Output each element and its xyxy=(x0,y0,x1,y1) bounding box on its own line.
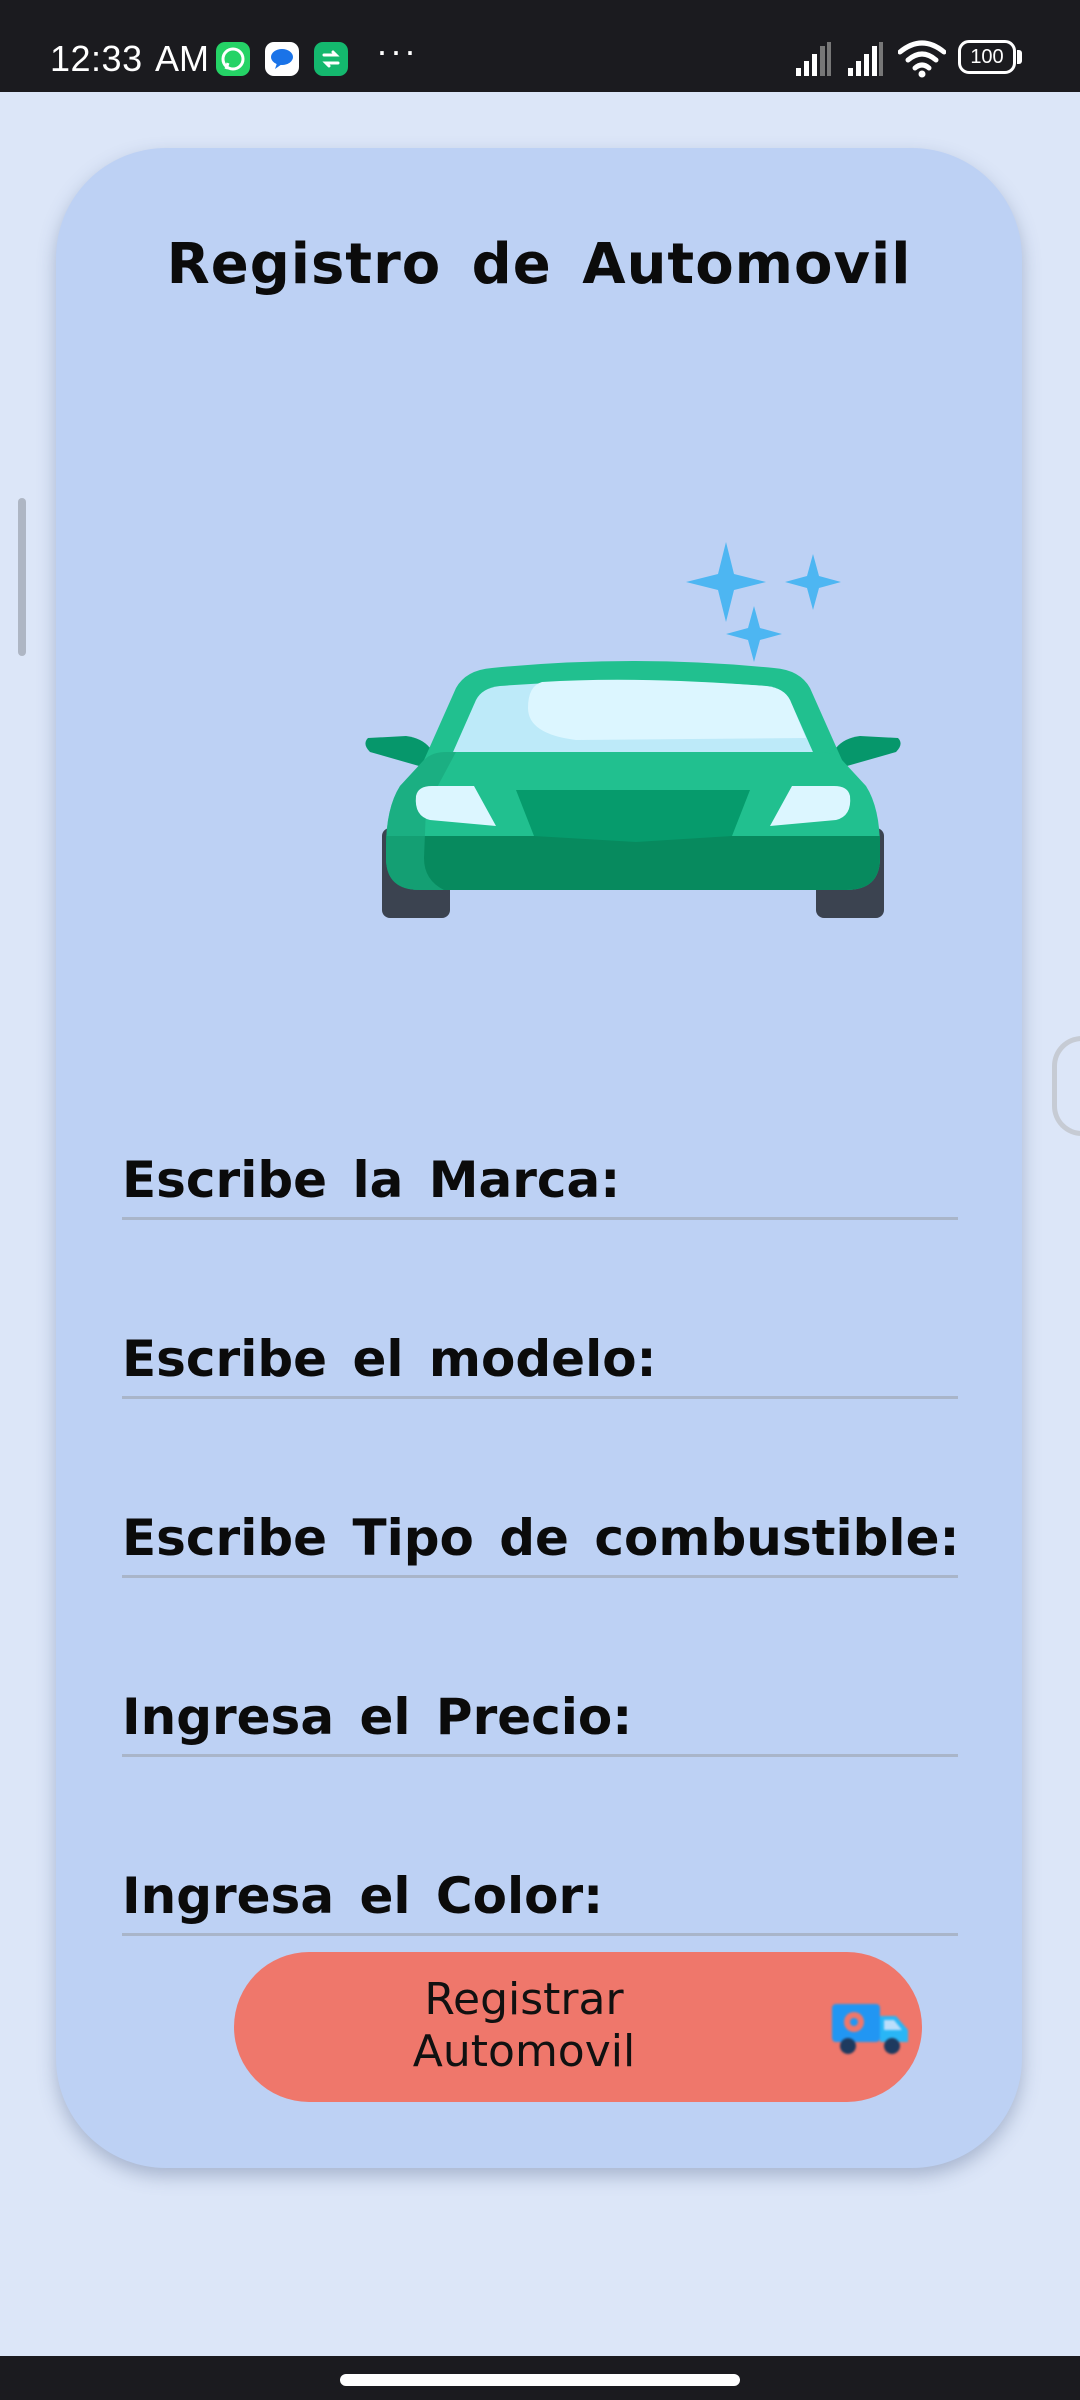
status-bar: 12:33 AM ··· 100 xyxy=(0,0,1080,92)
color-field-label: Ingresa el Color: xyxy=(122,1867,604,1925)
app-icon xyxy=(314,42,348,76)
wifi-icon xyxy=(898,40,946,78)
car-icon xyxy=(365,542,901,918)
brand-field-label: Escribe la Marca: xyxy=(122,1151,621,1209)
status-ampm: AM xyxy=(155,38,209,79)
status-time: 12:33 xyxy=(50,38,143,79)
whatsapp-icon xyxy=(216,42,250,76)
register-button-label: Registrar Automovil xyxy=(412,1974,636,2077)
battery-tip xyxy=(1017,50,1022,64)
signal-icon-2 xyxy=(848,42,883,76)
price-field-label: Ingresa el Precio: xyxy=(122,1688,633,1746)
price-field[interactable]: Ingresa el Precio: xyxy=(122,1667,958,1757)
right-edge-handle[interactable] xyxy=(1052,1036,1080,1136)
more-notifications-icon: ··· xyxy=(376,30,418,71)
page-title: Registro de Automovil xyxy=(166,232,912,297)
battery-icon: 100 xyxy=(958,40,1016,74)
home-indicator[interactable] xyxy=(340,2374,740,2386)
truck-icon xyxy=(832,2004,908,2054)
fuel-type-field-label: Escribe Tipo de combustible: xyxy=(122,1509,960,1567)
left-edge-handle[interactable] xyxy=(18,498,26,656)
color-field[interactable]: Ingresa el Color: xyxy=(122,1846,958,1936)
register-car-button[interactable]: Registrar Automovil xyxy=(234,1952,922,2102)
navigation-bar xyxy=(0,2356,1080,2400)
brand-field[interactable]: Escribe la Marca: xyxy=(122,1130,958,1220)
signal-icon xyxy=(796,42,831,76)
registration-card: Registro de Automovil Escribe la Marca: … xyxy=(56,148,1022,2168)
fuel-type-field[interactable]: Escribe Tipo de combustible: xyxy=(122,1488,960,1578)
messages-icon xyxy=(265,42,299,76)
model-field[interactable]: Escribe el modelo: xyxy=(122,1309,958,1399)
model-field-label: Escribe el modelo: xyxy=(122,1330,657,1388)
